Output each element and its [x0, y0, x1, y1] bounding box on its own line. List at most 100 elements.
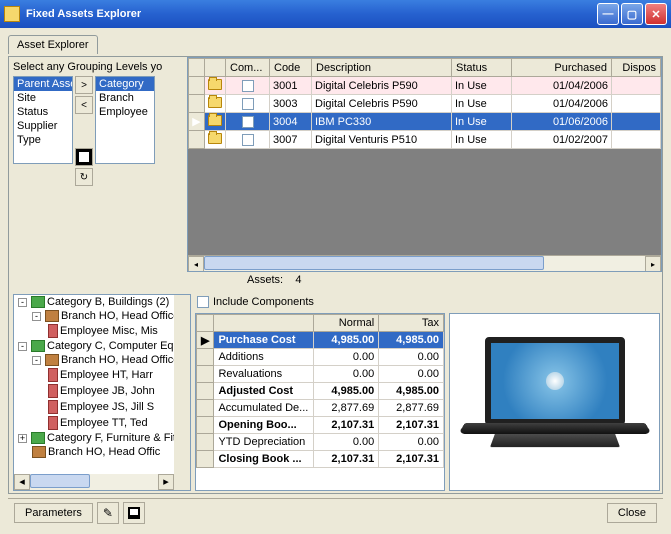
assets-grid[interactable]: Com...CodeDescriptionStatusPurchasedDisp… — [187, 57, 662, 272]
client-area: Asset Explorer Select any Grouping Level… — [0, 28, 671, 534]
tab-strip: Asset Explorer — [8, 34, 663, 56]
row-checkbox[interactable] — [242, 134, 254, 146]
values-row[interactable]: Opening Boo...2,107.312,107.31 — [197, 417, 444, 434]
values-row[interactable]: Closing Book ...2,107.312,107.31 — [197, 451, 444, 468]
table-row[interactable]: 3001Digital Celebris P590In Use01/04/200… — [189, 77, 661, 95]
tree-employee-icon — [48, 416, 58, 430]
footer-bar: Parameters ✎ Close — [8, 498, 663, 526]
values-header: Normal — [314, 315, 379, 332]
footer-edit-button[interactable]: ✎ — [97, 502, 119, 524]
tree-node[interactable]: Employee HT, Harr — [14, 367, 190, 383]
expander-icon[interactable]: - — [18, 342, 27, 351]
values-grid[interactable]: NormalTax▶Purchase Cost4,985.004,985.00A… — [195, 313, 445, 491]
values-row[interactable]: ▶Purchase Cost4,985.004,985.00 — [197, 332, 444, 349]
tree-category-icon — [31, 432, 45, 444]
tree-employee-icon — [48, 324, 58, 338]
footer-save-button[interactable] — [123, 502, 145, 524]
grid-header[interactable] — [205, 59, 226, 77]
values-row[interactable]: Accumulated De...2,877.692,877.69 — [197, 400, 444, 417]
tree-label: Branch HO, Head Offic — [48, 446, 160, 458]
available-level-item[interactable]: Site — [14, 91, 72, 105]
chosen-level-item[interactable]: Category — [96, 77, 154, 91]
available-level-item[interactable]: Type — [14, 133, 72, 147]
available-level-item[interactable]: Parent Asse — [14, 77, 72, 91]
row-checkbox[interactable] — [242, 80, 254, 92]
table-row[interactable]: 3007Digital Venturis P510In Use01/02/200… — [189, 131, 661, 149]
folder-icon — [208, 133, 222, 144]
tree-node[interactable]: Employee TT, Ted — [14, 415, 190, 431]
available-level-item[interactable]: Status — [14, 105, 72, 119]
remove-level-button[interactable]: < — [75, 96, 93, 114]
tree-node[interactable]: Branch HO, Head Offic — [14, 445, 190, 459]
values-row[interactable]: Revaluations0.000.00 — [197, 366, 444, 383]
values-header: Tax — [379, 315, 444, 332]
chosen-levels-list[interactable]: CategoryBranchEmployee — [95, 76, 155, 164]
close-window-button[interactable]: ✕ — [645, 3, 667, 25]
category-tree[interactable]: -Category B, Buildings (2)-Branch HO, He… — [13, 294, 191, 491]
expander-icon[interactable]: + — [18, 434, 27, 443]
tree-label: Employee Misc, Mis — [60, 325, 158, 337]
row-checkbox[interactable] — [242, 116, 254, 128]
tree-branch-icon — [32, 446, 46, 458]
scroll-thumb[interactable] — [204, 256, 544, 270]
row-checkbox[interactable] — [242, 98, 254, 110]
add-level-button[interactable]: > — [75, 76, 93, 94]
grid-header[interactable]: Dispos — [612, 59, 661, 77]
tree-label: Employee TT, Ted — [60, 417, 148, 429]
laptop-image — [465, 337, 645, 467]
expander-icon[interactable]: - — [32, 312, 41, 321]
tree-branch-icon — [45, 354, 59, 366]
table-row[interactable]: ▶3004IBM PC330In Use01/06/2006 — [189, 113, 661, 131]
grid-header[interactable]: Code — [270, 59, 312, 77]
assets-count-bar: Assets: 4 — [187, 272, 662, 292]
values-header — [197, 315, 214, 332]
tree-node[interactable]: Employee JB, John — [14, 383, 190, 399]
titlebar: Fixed Assets Explorer — ▢ ✕ — [0, 0, 671, 28]
tree-node[interactable]: Employee Misc, Mis — [14, 323, 190, 339]
chosen-level-item[interactable]: Branch — [96, 91, 154, 105]
save-grouping-button[interactable] — [75, 148, 93, 166]
grid-header[interactable]: Status — [452, 59, 512, 77]
grouping-panel: Select any Grouping Levels yo Parent Ass… — [9, 57, 187, 292]
tree-label: Employee JB, John — [60, 385, 155, 397]
tree-employee-icon — [48, 400, 58, 414]
tree-node[interactable]: +Category F, Furniture & Fittin — [14, 431, 190, 445]
tab-asset-explorer[interactable]: Asset Explorer — [8, 35, 98, 54]
grid-hscrollbar[interactable]: ◂ ▸ — [188, 255, 661, 271]
tree-vscrollbar[interactable] — [174, 295, 190, 490]
maximize-button[interactable]: ▢ — [621, 3, 643, 25]
tree-node[interactable]: - Branch HO, Head Office — [14, 353, 190, 367]
scroll-left-button[interactable]: ◂ — [188, 256, 204, 272]
available-levels-list[interactable]: Parent AsseSiteStatusSupplierType — [13, 76, 73, 164]
grouping-caption: Select any Grouping Levels yo — [13, 61, 183, 73]
close-button[interactable]: Close — [607, 503, 657, 523]
scroll-right-button[interactable]: ▸ — [645, 256, 661, 272]
grid-header[interactable]: Com... — [226, 59, 270, 77]
values-row[interactable]: Adjusted Cost4,985.004,985.00 — [197, 383, 444, 400]
table-row[interactable]: 3003Digital Celebris P590In Use01/04/200… — [189, 95, 661, 113]
expander-icon[interactable]: - — [18, 298, 27, 307]
grid-header[interactable]: Description — [312, 59, 452, 77]
values-row[interactable]: YTD Depreciation0.000.00 — [197, 434, 444, 451]
asset-image-preview — [449, 313, 660, 491]
folder-icon — [208, 97, 222, 108]
expander-icon[interactable]: - — [32, 356, 41, 365]
tree-label: Category B, Buildings (2) — [47, 296, 169, 308]
tree-category-icon — [31, 296, 45, 308]
grid-header[interactable]: Purchased — [512, 59, 612, 77]
values-row[interactable]: Additions0.000.00 — [197, 349, 444, 366]
chosen-level-item[interactable]: Employee — [96, 105, 154, 119]
tree-hscrollbar[interactable]: ◂ ▸ — [14, 474, 174, 490]
available-level-item[interactable]: Supplier — [14, 119, 72, 133]
tree-node[interactable]: -Category C, Computer Equi — [14, 339, 190, 353]
app-icon — [4, 6, 20, 22]
tree-node[interactable]: Employee JS, Jill S — [14, 399, 190, 415]
refresh-grouping-button[interactable]: ↻ — [75, 168, 93, 186]
minimize-button[interactable]: — — [597, 3, 619, 25]
parameters-button[interactable]: Parameters — [14, 503, 93, 523]
tree-node[interactable]: -Branch HO, Head Office — [14, 309, 190, 323]
tree-node[interactable]: - Category B, Buildings (2) — [14, 295, 190, 309]
include-components-checkbox[interactable] — [197, 296, 209, 308]
tree-label: Branch HO, Head Office — [61, 354, 179, 366]
grid-header[interactable] — [189, 59, 205, 77]
